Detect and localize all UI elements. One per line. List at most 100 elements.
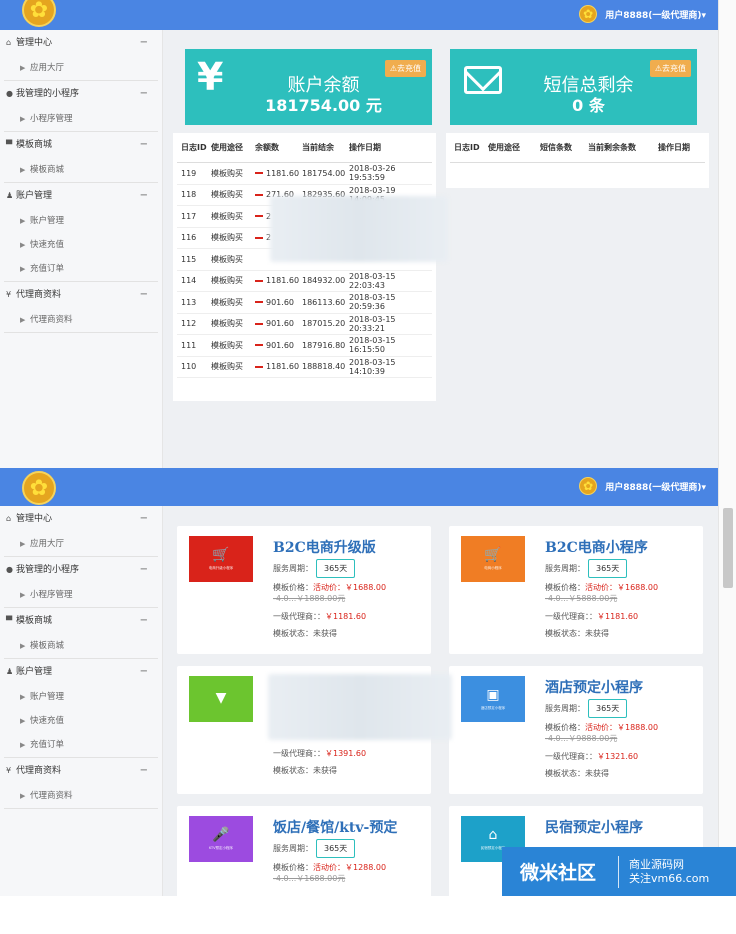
sidebar-section-0[interactable]: ⌂管理中心− (0, 506, 162, 532)
sidebar-item[interactable]: ▶账户管理 (0, 209, 162, 233)
sidebar-section-1[interactable]: ●我管理的小程序− (0, 81, 162, 107)
watermark-sub: 商业源码网 关注vm66.com (619, 858, 709, 886)
price-label: 模板价格： (273, 863, 313, 872)
table-cell: 116 (177, 233, 211, 242)
sidebar-item-label: 充值订单 (30, 740, 64, 750)
original-price: -4.0...￥9888.00元 (545, 734, 617, 743)
template-name[interactable]: 酒店预定小程序 (545, 677, 643, 697)
sidebar-item[interactable]: ▶小程序管理 (0, 583, 162, 607)
scrollbar-thumb[interactable] (723, 508, 733, 588)
sidebar-item[interactable]: ▶应用大厅 (0, 532, 162, 556)
template-thumbnail[interactable]: ▣酒店预定小程序 (461, 676, 525, 722)
template-name[interactable]: B2C电商小程序 (545, 537, 648, 557)
sidebar-section-2[interactable]: ▀模板商城− (0, 132, 162, 158)
sidebar-item[interactable]: ▶模板商城 (0, 158, 162, 182)
sidebar-item[interactable]: ▶模板商城 (0, 634, 162, 658)
sidebar-section-3[interactable]: ♟账户管理− (0, 659, 162, 685)
sidebar-item-label: 应用大厅 (30, 63, 64, 73)
cell-value: 114 (181, 276, 196, 285)
agent-label: 一级代理商：： (273, 749, 325, 758)
sidebar-section-4[interactable]: ¥代理商资料 − (0, 282, 162, 308)
cell-value: 113 (181, 298, 196, 307)
collapse-icon[interactable]: − (140, 132, 148, 158)
sidebar-item[interactable]: ▶快速充值 (0, 233, 162, 257)
table-cell: 模板购买 (211, 340, 255, 351)
cell-value: 187916.80 (302, 341, 345, 350)
collapse-icon[interactable]: − (140, 183, 148, 209)
sidebar-section-1[interactable]: ●我管理的小程序− (0, 557, 162, 583)
cart-icon: ▀ (6, 608, 16, 634)
page-scrollbar[interactable] (718, 0, 736, 896)
table-cell: 模板购买 (211, 297, 255, 308)
template-card[interactable]: 🛒电商小程序B2C电商小程序服务周期：365天模板价格：活动价：￥1688.00… (449, 526, 703, 654)
recharge-button[interactable]: ⚠去充值 (385, 60, 426, 77)
sidebar-item[interactable]: ▶快速充值 (0, 709, 162, 733)
sidebar-item[interactable]: ▶小程序管理 (0, 107, 162, 131)
collapse-icon[interactable]: − (140, 758, 148, 784)
template-name[interactable]: 民宿预定小程序 (545, 817, 643, 837)
cell-value: 模板购买 (211, 255, 243, 264)
table-cell: 188818.40 (302, 362, 349, 371)
collapse-icon[interactable]: − (140, 557, 148, 583)
collapse-icon[interactable]: − (140, 282, 148, 308)
chevron-right-icon: ▶ (20, 56, 30, 80)
redacted-area (270, 196, 448, 262)
balance-log-table: 日志ID使用途径余额数当前结余操作日期 119模板购买1181.60181754… (173, 133, 436, 401)
template-card[interactable]: 🛒电商升级小程序B2C电商升级版服务周期：365天模板价格：活动价：￥1688.… (177, 526, 431, 654)
sidebar-item[interactable]: ▶充值订单 (0, 257, 162, 281)
template-card[interactable]: ▣酒店预定小程序酒店预定小程序服务周期：365天模板价格：活动价：￥1888.0… (449, 666, 703, 794)
minus-mark-icon (255, 237, 263, 239)
user-menu[interactable]: ✿ 用户8888(一级代理商)▾ (579, 477, 706, 495)
sidebar-section-2[interactable]: ▀模板商城− (0, 608, 162, 634)
template-thumbnail[interactable]: 🎤KTV预定小程序 (189, 816, 253, 862)
collapse-icon[interactable]: − (140, 81, 148, 107)
agent-price-value: ￥1391.60 (325, 749, 366, 758)
sidebar-item[interactable]: ▶充值订单 (0, 733, 162, 757)
agent-label: 一级代理商：： (545, 752, 597, 761)
sidebar-section-3[interactable]: ♟账户管理− (0, 183, 162, 209)
table-cell: 2018-03-15 14:10:39 (349, 358, 432, 376)
collapse-icon[interactable]: − (140, 506, 148, 532)
chevron-right-icon: ▶ (20, 209, 30, 233)
sidebar-item[interactable]: ▶账户管理 (0, 685, 162, 709)
template-name[interactable]: 饭店/餐馆/ktv-预定 (273, 817, 397, 837)
cell-value: 模板购买 (211, 190, 243, 199)
table-cell: 184932.00 (302, 276, 349, 285)
collapse-icon[interactable]: − (140, 608, 148, 634)
chevron-right-icon: ▶ (20, 158, 30, 182)
minus-mark-icon (255, 323, 263, 325)
cell-value: 模板购买 (211, 341, 243, 350)
column-header: 操作日期 (658, 142, 705, 153)
sidebar-item-label: 充值订单 (30, 264, 64, 274)
collapse-icon[interactable]: − (140, 30, 148, 56)
template-name[interactable]: B2C电商升级版 (273, 537, 376, 557)
template-thumbnail[interactable]: 🛒电商升级小程序 (189, 536, 253, 582)
original-price: -4.0...￥5888.00元 (545, 594, 617, 603)
table-cell: 模板购买 (211, 318, 255, 329)
sidebar-section-4[interactable]: ¥代理商资料− (0, 758, 162, 784)
minus-mark-icon (255, 366, 263, 368)
watermark-divider (618, 856, 619, 888)
table-cell: 1181.60 (255, 169, 302, 178)
agent-icon: ¥ (6, 282, 16, 308)
period-value: 365天 (588, 699, 627, 718)
template-card[interactable]: 🎤KTV预定小程序饭店/餐馆/ktv-预定服务周期：365天模板价格：活动价：￥… (177, 806, 431, 934)
template-state: 模板状态：未获得 (273, 628, 337, 639)
sidebar-item-label: 模板商城 (30, 641, 64, 651)
period-value: 365天 (588, 559, 627, 578)
flower-logo-icon[interactable]: ✿ (22, 471, 56, 505)
sidebar-item[interactable]: ▶代理商资料 (0, 308, 162, 332)
redacted-area (268, 674, 452, 740)
flower-logo-icon[interactable]: ✿ (22, 0, 56, 27)
sidebar-section-0[interactable]: ⌂管理中心− (0, 30, 162, 56)
activity-label: 活动价： (313, 863, 345, 872)
template-thumbnail[interactable]: 🛒电商小程序 (461, 536, 525, 582)
sidebar-section-title: 代理商资料 (16, 290, 61, 300)
collapse-icon[interactable]: − (140, 659, 148, 685)
sidebar-item[interactable]: ▶应用大厅 (0, 56, 162, 80)
template-thumbnail[interactable]: ▼ (189, 676, 253, 722)
sidebar-item[interactable]: ▶代理商资料 (0, 784, 162, 808)
sms-recharge-button[interactable]: ⚠去充值 (650, 60, 691, 77)
period-label: 服务周期： (273, 843, 313, 854)
user-menu[interactable]: ✿ 用户8888(一级代理商)▾ (579, 5, 706, 23)
